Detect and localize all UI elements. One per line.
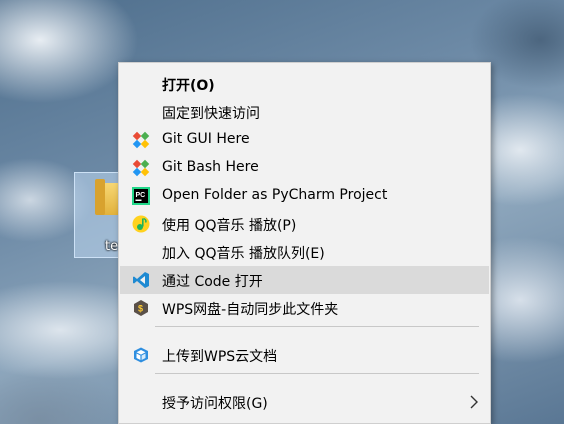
menu-item-wps-upload[interactable]: 上传到WPS云文档 [120, 341, 489, 369]
git-gui-icon [132, 131, 150, 149]
wps-sync-icon: $ [134, 300, 148, 316]
menu-item-pin-quick-access[interactable]: 固定到快速访问 [120, 98, 489, 126]
menu-item-label: 加入 QQ音乐 播放队列(E) [162, 246, 325, 262]
menu-item-git-bash[interactable]: Git Bash Here [120, 154, 489, 182]
qqmusic-icon [132, 215, 150, 233]
chevron-right-icon [470, 395, 478, 409]
menu-item-wps-sync[interactable]: $ WPS网盘-自动同步此文件夹 [120, 294, 489, 322]
desktop-icon-label: te [105, 239, 119, 254]
menu-item-label: Git GUI Here [162, 131, 250, 147]
menu-item-grant-access[interactable]: 授予访问权限(G) [120, 388, 489, 416]
menu-item-label: 通过 Code 打开 [162, 274, 263, 290]
menu-item-label: 固定到快速访问 [162, 106, 260, 122]
menu-item-label: 打开(O) [162, 78, 215, 94]
menu-item-label: Git Bash Here [162, 159, 259, 175]
menu-item-pycharm[interactable]: PC Open Folder as PyCharm Project [120, 182, 489, 210]
wps-cloud-icon [134, 347, 148, 363]
svg-text:$: $ [138, 304, 143, 314]
menu-item-label: 授予访问权限(G) [162, 396, 268, 412]
menu-item-git-gui[interactable]: Git GUI Here [120, 126, 489, 154]
menu-item-qqmusic-queue[interactable]: 加入 QQ音乐 播放队列(E) [120, 238, 489, 266]
git-bash-icon [132, 159, 150, 177]
menu-item-open[interactable]: 打开(O) [120, 70, 489, 98]
menu-item-label: Open Folder as PyCharm Project [162, 187, 388, 203]
vscode-icon [133, 272, 149, 288]
menu-item-qqmusic-play[interactable]: 使用 QQ音乐 播放(P) [120, 210, 489, 238]
menu-separator [155, 373, 479, 374]
pycharm-icon: PC [132, 187, 150, 205]
menu-item-label: WPS网盘-自动同步此文件夹 [162, 302, 339, 318]
menu-item-label: 使用 QQ音乐 播放(P) [162, 218, 297, 234]
menu-separator [155, 326, 479, 327]
menu-item-open-with-code[interactable]: 通过 Code 打开 [120, 266, 489, 294]
svg-text:PC: PC [136, 192, 146, 199]
menu-item-label: 上传到WPS云文档 [162, 349, 278, 365]
context-menu: 打开(O) 固定到快速访问 Git GUI Here Git Bash Here… [118, 62, 491, 424]
